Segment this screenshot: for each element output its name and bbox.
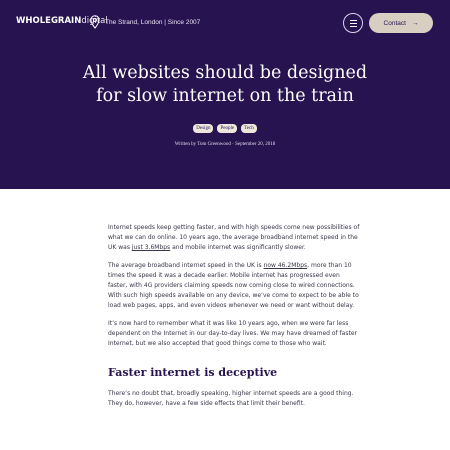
paragraph-text: and mobile internet was significantly sl…	[170, 244, 306, 251]
author-byline: Written by Tom Greenwood · September 20,…	[174, 142, 276, 147]
location-text: The Strand, London | Since 2007	[105, 18, 201, 26]
article-body: Internet speeds keep getting faster, and…	[108, 223, 360, 417]
logo-wordmark-bold: WHOLEGRAIN	[16, 16, 82, 26]
section-heading: Faster internet is deceptive	[108, 366, 278, 379]
tag-design[interactable]: Design	[193, 124, 214, 133]
menu-button[interactable]	[343, 13, 363, 33]
location-info: The Strand, London | Since 2007	[90, 15, 200, 29]
arrow-right-icon: →	[411, 19, 419, 27]
contact-button[interactable]: Contact →	[369, 13, 433, 33]
location-pin-icon	[90, 15, 100, 29]
top-navigation: WHOLEGRAINdigital The Strand, London | S…	[0, 0, 450, 46]
hero-banner: WHOLEGRAINdigital The Strand, London | S…	[0, 0, 450, 189]
page-title: All websites should be designed for slow…	[40, 62, 410, 108]
paragraph-text: , more than 10 times the speed it was a …	[108, 262, 359, 309]
tag-people[interactable]: People	[217, 124, 238, 133]
speed-link-2008[interactable]: just 3.6Mbps	[132, 244, 170, 251]
title-line: All websites should be designed	[82, 63, 368, 83]
paragraph-text: The average broadband internet speed in …	[108, 262, 264, 269]
title-line: for slow internet on the train	[96, 86, 354, 106]
contact-button-label: Contact	[383, 19, 406, 27]
menu-line-icon	[349, 22, 357, 24]
menu-line-icon	[349, 25, 357, 27]
article-paragraph: Internet speeds keep getting faster, and…	[108, 223, 360, 253]
tag-list: Design People Tech	[0, 124, 450, 133]
article-paragraph: The average broadband internet speed in …	[108, 261, 360, 311]
tag-tech[interactable]: Tech	[241, 124, 257, 133]
menu-line-icon	[349, 19, 357, 21]
speed-link-now[interactable]: now 46.2Mbps	[264, 262, 308, 269]
article-paragraph: There’s no doubt that, broadly speaking,…	[108, 390, 354, 407]
article-paragraph: It’s now hard to remember what it was li…	[108, 320, 357, 347]
